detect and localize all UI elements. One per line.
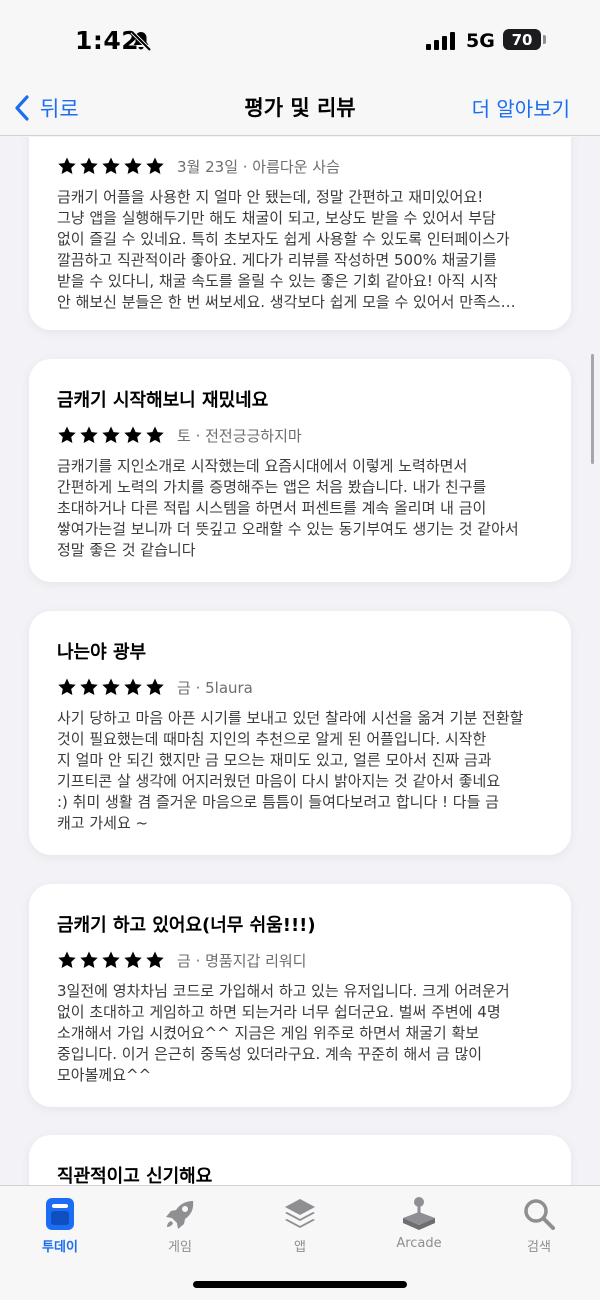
search-icon (524, 1199, 555, 1230)
network-type: 5G (466, 30, 495, 52)
star-rating (57, 950, 165, 970)
tab-arcade[interactable]: Arcade (369, 1196, 469, 1251)
review-card[interactable]: 직관적이고 신기해요 (29, 1135, 571, 1185)
rocket-icon (166, 1201, 194, 1229)
star-icon (58, 157, 76, 174)
tab-label: 게임 (168, 1240, 192, 1255)
status-bar: 1:42 5G 70 (0, 0, 600, 80)
review-meta: 3월 23일 · 아름다운 사슴 (177, 157, 340, 176)
cellular-signal-icon (426, 32, 455, 50)
review-meta-row: 금 · 5laura (57, 674, 543, 700)
star-icon (102, 678, 120, 695)
star-icon (124, 951, 142, 968)
tab-search[interactable]: 검색 (489, 1196, 589, 1255)
review-card[interactable]: 금캐기 하고 있어요(너무 쉬움!!!) 금 · 명품지갑 리워디 3일전에 영… (29, 884, 571, 1107)
tab-label: 검색 (527, 1240, 551, 1255)
apps-stack-icon (285, 1199, 315, 1228)
bell-slash-icon (130, 30, 152, 52)
review-body: 금캐기를 지인소개로 시작했는데 요즘시대에서 이렇게 노력하면서 간편하게 노… (57, 457, 519, 559)
home-indicator[interactable] (193, 1281, 407, 1288)
review-title: 금캐기 시작해보니 재밌네요 (57, 390, 269, 411)
star-rating (57, 156, 165, 176)
tab-label: Arcade (396, 1236, 442, 1251)
tab-today[interactable]: 투데이 (10, 1196, 110, 1255)
tab-label: 앱 (294, 1240, 306, 1255)
star-icon (146, 157, 164, 174)
star-icon (146, 951, 164, 968)
tab-games[interactable]: 게임 (130, 1196, 230, 1255)
review-meta: 토 · 전전긍긍하지마 (177, 426, 302, 445)
tab-apps[interactable]: 앱 (250, 1196, 350, 1255)
review-title: 나는야 광부 (57, 642, 147, 663)
star-icon (124, 157, 142, 174)
review-card[interactable]: 나는야 광부 금 · 5laura 사기 당하고 마음 아픈 시기를 보내고 있… (29, 611, 571, 855)
star-rating (57, 677, 165, 697)
star-icon (102, 951, 120, 968)
arcade-joystick-icon (403, 1197, 435, 1230)
star-icon (124, 426, 142, 443)
star-icon (58, 678, 76, 695)
review-card[interactable]: 3월 23일 · 아름다운 사슴 금캐기 어플을 사용한 지 얼마 안 됐는데,… (29, 137, 571, 330)
scroll-indicator[interactable] (591, 354, 594, 464)
review-title: 금캐기 하고 있어요(너무 쉬움!!!) (57, 915, 316, 936)
star-icon (58, 951, 76, 968)
star-icon (80, 678, 98, 695)
review-meta-row: 금 · 명품지갑 리워디 (57, 947, 543, 973)
review-card[interactable]: 금캐기 시작해보니 재밌네요 토 · 전전긍긍하지마 금캐기를 지인소개로 시작… (29, 359, 571, 582)
star-rating (57, 425, 165, 445)
star-icon (80, 157, 98, 174)
review-body: 사기 당하고 마음 아픈 시기를 보내고 있던 찰라에 시선을 옮겨 기분 전환… (57, 709, 524, 832)
review-body: 금캐기 어플을 사용한 지 얼마 안 됐는데, 정말 간편하고 재미있어요! 그… (57, 188, 516, 311)
battery-cap (543, 35, 546, 44)
review-meta: 금 · 명품지갑 리워디 (177, 951, 307, 970)
reviews-list[interactable]: 3월 23일 · 아름다운 사슴 금캐기 어플을 사용한 지 얼마 안 됐는데,… (0, 137, 600, 1185)
star-icon (102, 426, 120, 443)
review-meta-row: 토 · 전전긍긍하지마 (57, 422, 543, 448)
navigation-bar: 뒤로 평가 및 리뷰 더 알아보기 (0, 80, 600, 136)
star-icon (146, 426, 164, 443)
battery-level: 70 (511, 30, 533, 49)
review-body: 3일전에 영차차님 코드로 가입해서 하고 있는 유저입니다. 크게 어려운거 … (57, 982, 510, 1084)
star-icon (102, 157, 120, 174)
review-title: 직관적이고 신기해요 (57, 1166, 213, 1185)
review-meta: 금 · 5laura (177, 678, 253, 697)
star-icon (58, 426, 76, 443)
review-meta-row: 3월 23일 · 아름다운 사슴 (57, 153, 543, 179)
today-icon (46, 1198, 74, 1230)
tab-label: 투데이 (42, 1240, 78, 1255)
star-icon (80, 426, 98, 443)
learn-more-button[interactable]: 더 알아보기 (472, 93, 570, 122)
battery-icon: 70 (503, 29, 541, 50)
star-icon (80, 951, 98, 968)
star-icon (146, 678, 164, 695)
star-icon (124, 678, 142, 695)
